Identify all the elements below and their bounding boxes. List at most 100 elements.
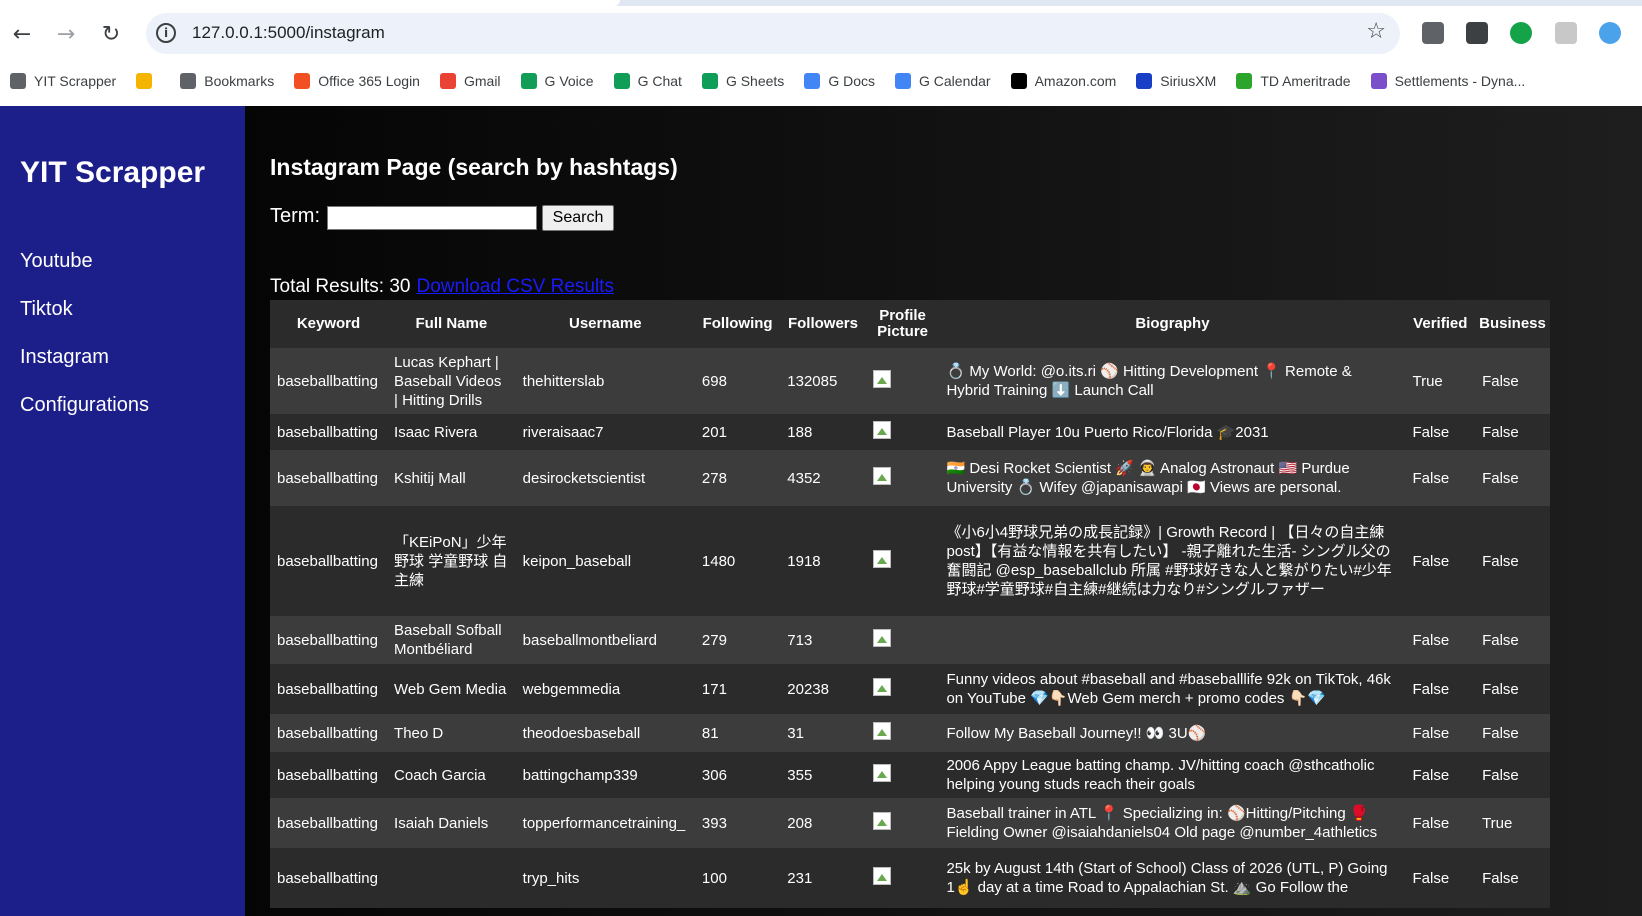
site-info-icon[interactable]: i (156, 23, 176, 43)
tab-strip (0, 0, 1642, 6)
siriusxm-icon (1136, 73, 1153, 89)
cell-verified: False (1405, 752, 1476, 798)
bookmark-star-icon[interactable]: ☆ (1366, 19, 1386, 44)
calendar-icon (895, 73, 911, 89)
profile-picture-cell (865, 714, 940, 752)
profile-picture-cell (865, 752, 940, 798)
bookmark-item[interactable]: Gmail (439, 73, 501, 89)
cell-full-name: Kshitij Mall (387, 450, 516, 506)
cell-bio: Baseball trainer in ATL 📍 Specializing i… (939, 798, 1406, 848)
cell-bio: 《小6小4野球兄弟の成長記録》| Growth Record | 【日々の自主練… (939, 506, 1406, 616)
gmail-icon (439, 73, 456, 89)
table-row: baseballbatting Isaiah Daniels topperforma… (270, 798, 1550, 848)
cell-followers: 231 (780, 848, 866, 908)
cell-keyword: baseballbatting (270, 848, 388, 908)
cell-verified: False (1405, 714, 1476, 752)
forward-icon[interactable]: → (50, 18, 82, 50)
cell-followers: 4352 (780, 450, 866, 506)
column-header: Full Name (387, 300, 516, 348)
term-input[interactable] (327, 206, 537, 230)
sheets-icon (701, 73, 718, 89)
grammarly-icon[interactable] (1510, 22, 1532, 44)
results-table: Keyword Full Name Username Following Followe… (270, 300, 1550, 908)
cell-following: 278 (694, 450, 781, 506)
table-header-row: Keyword Full Name Username Following Followe… (270, 300, 1550, 348)
cell-business: False (1475, 506, 1550, 616)
cell-bio: 25k by August 14th (Start of School) Cla… (939, 848, 1406, 908)
bookmark-label: Gmail (463, 73, 501, 89)
nav-item-instagram[interactable]: Instagram (20, 345, 149, 393)
bookmark-label: Bookmarks (204, 73, 275, 89)
cell-username: keipon_baseball (515, 506, 695, 616)
chat-extension-icon[interactable] (1599, 22, 1621, 44)
sidebar: YIT Scrapper Youtube Tiktok Instagram Co… (0, 106, 245, 916)
total-results: Total Results: 30 Download CSV Results (270, 276, 614, 298)
download-csv-link[interactable]: Download CSV Results (416, 276, 613, 297)
docs-icon (804, 73, 821, 89)
bookmark-item[interactable]: G Voice (520, 73, 594, 89)
nav-item-configurations[interactable]: Configurations (20, 393, 149, 441)
address-bar[interactable]: i 127.0.0.1:5000/instagram ☆ (146, 13, 1400, 54)
bookmark-item[interactable]: G Calendar (895, 73, 991, 89)
bookmark-item[interactable]: SiriusXM (1136, 73, 1216, 89)
broken-image-icon (872, 866, 891, 885)
broken-image-icon (872, 549, 891, 568)
cell-full-name: Isaiah Daniels (387, 798, 516, 848)
profile-picture-cell (865, 664, 940, 714)
url-text[interactable]: 127.0.0.1:5000/instagram (192, 23, 385, 43)
brand-title: YIT Scrapper (20, 156, 206, 189)
nav-item-youtube[interactable]: Youtube (20, 249, 149, 297)
extension-4-icon[interactable] (1555, 22, 1577, 44)
profile-picture-cell (865, 798, 940, 848)
active-tab[interactable] (0, 0, 620, 6)
bookmark-item[interactable]: Office 365 Login (294, 73, 420, 89)
reload-icon[interactable]: ↻ (95, 18, 127, 50)
bookmark-item[interactable]: TD Ameritrade (1236, 73, 1351, 89)
cell-keyword: baseballbatting (270, 616, 388, 664)
bookmark-label: G Chat (637, 73, 682, 89)
bookmark-item[interactable] (136, 73, 160, 89)
cell-bio: 2006 Appy League batting champ. JV/hitti… (939, 752, 1406, 798)
cell-business: False (1475, 714, 1550, 752)
search-button[interactable]: Search (542, 205, 614, 231)
cell-bio: 💍 My World: @o.its.ri ⚾ Hitting Developm… (939, 348, 1406, 414)
table-row: baseballbatting Coach Garcia battingchamp3… (270, 752, 1550, 798)
profile-picture-cell (865, 616, 940, 664)
bookmark-item[interactable]: Settlements - Dyna... (1370, 73, 1525, 89)
cell-business: False (1475, 616, 1550, 664)
cell-username: battingchamp339 (515, 752, 695, 798)
bookmark-item[interactable]: G Chat (613, 73, 682, 89)
cell-following: 201 (694, 414, 781, 450)
cell-keyword: baseballbatting (270, 506, 388, 616)
cell-verified: False (1405, 414, 1476, 450)
bookmark-item[interactable]: G Docs (804, 73, 875, 89)
profile-picture-cell (865, 506, 940, 616)
table-row: baseballbatting Isaac Rivera riveraisaac7 2… (270, 414, 1550, 450)
bookmark-label: Office 365 Login (318, 73, 420, 89)
bookmark-label: G Sheets (725, 73, 785, 89)
bookmark-item[interactable]: Amazon.com (1010, 73, 1116, 89)
column-header: Following (694, 300, 781, 348)
extension-1-icon[interactable] (1422, 22, 1444, 44)
bookmark-item[interactable]: Bookmarks (180, 73, 274, 89)
cell-username: topperformancetraining_ (515, 798, 695, 848)
extension-2-icon[interactable] (1466, 22, 1488, 44)
cell-verified: False (1405, 664, 1476, 714)
page-title: Instagram Page (search by hashtags) (270, 154, 678, 180)
settlements-icon (1370, 73, 1387, 89)
chat-icon (613, 73, 630, 89)
cell-followers: 355 (780, 752, 866, 798)
bookmark-item[interactable]: YIT Scrapper (10, 73, 116, 89)
bookmark-item[interactable]: G Sheets (701, 73, 785, 89)
cell-verified: True (1405, 348, 1476, 414)
cell-bio: Funny videos about #baseball and #baseba… (939, 664, 1406, 714)
cell-business: False (1475, 752, 1550, 798)
back-icon[interactable]: ← (6, 18, 38, 50)
nav-list: Youtube Tiktok Instagram Configurations (20, 249, 149, 441)
bookmark-label: TD Ameritrade (1260, 73, 1351, 89)
cell-full-name: 「KEiPoN」少年野球 学童野球 自主練 (387, 506, 516, 616)
browser-chrome: ← → ↻ i 127.0.0.1:5000/instagram ☆ YIT S… (0, 0, 1642, 106)
cell-verified: False (1405, 616, 1476, 664)
cell-keyword: baseballbatting (270, 450, 388, 506)
nav-item-tiktok[interactable]: Tiktok (20, 297, 149, 345)
